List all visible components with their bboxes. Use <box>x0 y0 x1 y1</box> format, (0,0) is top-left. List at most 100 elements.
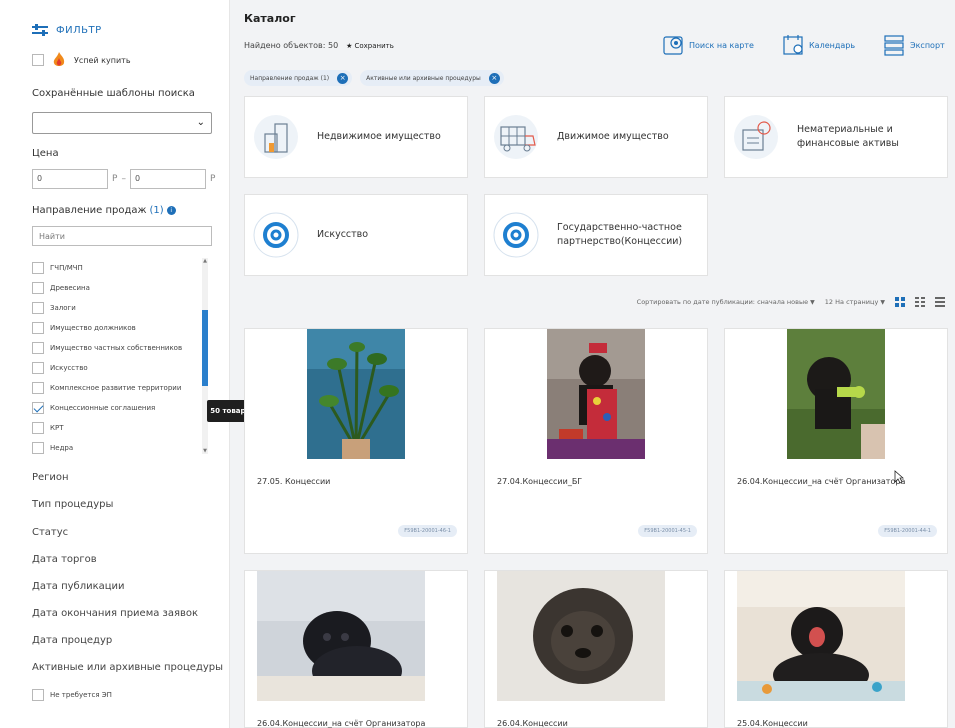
list-item[interactable]: Искусство <box>32 358 210 378</box>
list-item[interactable]: Древесина <box>32 278 210 298</box>
category-art[interactable]: Искусство <box>244 194 468 276</box>
section-application-deadline[interactable]: Дата окончания приема заявок <box>32 608 198 619</box>
export-table-icon <box>884 35 904 56</box>
info-icon[interactable]: i <box>166 206 176 215</box>
product-photo-dog-scruffy[interactable] <box>497 571 665 701</box>
scroll-up-icon[interactable]: ▲ <box>202 258 208 264</box>
checkbox[interactable] <box>32 442 44 454</box>
list-item[interactable]: Недра <box>32 438 210 454</box>
product-photo-dog-toy[interactable] <box>787 329 885 459</box>
list-item[interactable]: ГЧП/МЧП <box>32 258 210 278</box>
per-page-select[interactable]: 12 На страницу ▼ <box>825 298 885 306</box>
list-item-label: Искусство <box>50 364 88 372</box>
filter-header[interactable]: ФИЛЬТР <box>32 24 102 36</box>
page-title: Каталог <box>244 12 296 25</box>
checkbox[interactable] <box>32 282 44 294</box>
checkbox[interactable] <box>32 262 44 274</box>
list-item[interactable]: Концессионные соглашения <box>32 398 210 418</box>
product-title[interactable]: 27.05. Концессии <box>257 477 330 486</box>
no-ep-label: Не требуется ЭП <box>50 691 112 699</box>
list-item[interactable]: Залоги <box>32 298 210 318</box>
category-label-line: Искусство <box>317 229 369 241</box>
section-procedure-type[interactable]: Тип процедуры <box>32 499 113 510</box>
list-view-icon[interactable] <box>935 297 945 307</box>
per-page-label: 12 На страницу <box>824 298 879 306</box>
section-status[interactable]: Статус <box>32 527 68 538</box>
product-photo-dog-yawning[interactable] <box>737 571 905 701</box>
category-label-line: Нематериальные и <box>797 124 893 136</box>
map-search-button[interactable]: Поиск на карте <box>663 34 754 56</box>
section-region[interactable]: Регион <box>32 472 69 483</box>
export-button[interactable]: Экспорт <box>884 34 945 56</box>
list-item[interactable]: Имущество частных собственников <box>32 338 210 358</box>
checkbox[interactable] <box>32 322 44 334</box>
checkbox[interactable] <box>32 422 44 434</box>
list-item-label: КРТ <box>50 424 64 432</box>
sort-select[interactable]: Сортировать по дате публикации: сначала … <box>637 298 815 306</box>
product-title[interactable]: 25.04.Концессии <box>737 719 808 728</box>
chip-label: Направление продаж (1) <box>250 74 330 82</box>
product-title[interactable]: 26.04.Концессии_на счёт Организатора <box>257 719 425 728</box>
category-intangible-assets[interactable]: Нематериальные и финансовые активы <box>724 96 948 178</box>
direction-label-text: Направление продаж <box>32 205 147 216</box>
price-from-input[interactable]: 0 <box>32 169 108 189</box>
filter-sliders-icon <box>32 24 48 36</box>
hurry-option[interactable]: Успей купить <box>32 52 131 68</box>
product-title[interactable]: 26.04.Концессии <box>497 719 568 728</box>
category-label-line: партнерство(Концессии) <box>557 236 683 247</box>
product-card[interactable]: 26.04.Концессии_на счёт Организатора <box>244 570 468 728</box>
section-auction-date[interactable]: Дата торгов <box>32 554 97 565</box>
section-publication-date[interactable]: Дата публикации <box>32 581 125 592</box>
product-title[interactable]: 26.04.Концессии_на счёт Организатора <box>737 477 905 486</box>
product-photo-dog-black[interactable] <box>257 571 425 701</box>
calendar-button[interactable]: Календарь <box>783 34 855 56</box>
product-card[interactable]: 27.04.Концессии_БГ F59B1-20001-45-1 <box>484 328 708 554</box>
no-ep-checkbox[interactable] <box>32 689 44 701</box>
close-icon[interactable]: × <box>337 72 349 84</box>
category-label: Недвижимое имущество <box>317 130 441 144</box>
direction-search-input[interactable]: Найти <box>32 226 212 246</box>
truck-icon <box>494 115 538 159</box>
checkbox-checked[interactable] <box>32 402 44 414</box>
no-ep-option[interactable]: Не требуется ЭП <box>32 689 112 701</box>
product-photo-dog-costume[interactable] <box>547 329 645 459</box>
checkbox[interactable] <box>32 302 44 314</box>
direction-scrollbar[interactable]: ▲ ▼ <box>202 258 208 454</box>
direction-label[interactable]: Направление продаж (1) i <box>32 205 176 216</box>
checkbox[interactable] <box>32 342 44 354</box>
product-photo-plant[interactable] <box>307 329 405 459</box>
section-procedure-date[interactable]: Дата процедур <box>32 635 112 646</box>
list-item[interactable]: Комплексное развитие территории <box>32 378 210 398</box>
map-search-label: Поиск на карте <box>689 40 754 50</box>
price-range: 0 Р – 0 Р <box>32 169 215 189</box>
filter-chip[interactable]: Направление продаж (1) × <box>244 70 353 86</box>
category-ppp-concessions[interactable]: Государственно-частное партнерство(Концес… <box>484 194 708 276</box>
save-button[interactable]: ★ Сохранить <box>346 41 394 50</box>
category-movable-property[interactable]: Движимое имущество <box>484 96 708 178</box>
product-title[interactable]: 27.04.Концессии_БГ <box>497 477 582 486</box>
product-card[interactable]: 26.04.Концессии_на счёт Организатора F59… <box>724 328 948 554</box>
close-icon[interactable]: × <box>488 72 500 84</box>
category-real-estate[interactable]: Недвижимое имущество <box>244 96 468 178</box>
category-label-line: Движимое имущество <box>557 131 669 143</box>
hurry-checkbox[interactable] <box>32 54 44 66</box>
product-card[interactable]: 27.05. Концессии F59B1-20001-46-1 <box>244 328 468 554</box>
product-card[interactable]: 25.04.Концессии <box>724 570 948 728</box>
checkbox[interactable] <box>32 382 44 394</box>
chevron-down-icon: ▼ <box>880 299 885 306</box>
grid-small-view-icon[interactable] <box>915 297 925 307</box>
product-card[interactable]: 26.04.Концессии <box>484 570 708 728</box>
price-to-input[interactable]: 0 <box>129 169 206 189</box>
section-active-archive[interactable]: Активные или архивные процедуры <box>32 662 223 673</box>
currency-sign: Р <box>209 174 216 184</box>
saved-templates-select[interactable]: ⌄ <box>32 112 212 134</box>
scroll-down-icon[interactable]: ▼ <box>202 448 208 454</box>
scrollbar-thumb[interactable] <box>202 310 208 386</box>
star-icon: ★ <box>346 41 353 50</box>
list-item[interactable]: КРТ <box>32 418 210 438</box>
checkbox[interactable] <box>32 362 44 374</box>
filter-chip[interactable]: Активные или архивные процедуры × <box>360 70 504 86</box>
grid-large-view-icon[interactable] <box>895 297 905 307</box>
list-item-label: Недра <box>50 444 74 452</box>
list-item[interactable]: Имущество должников <box>32 318 210 338</box>
